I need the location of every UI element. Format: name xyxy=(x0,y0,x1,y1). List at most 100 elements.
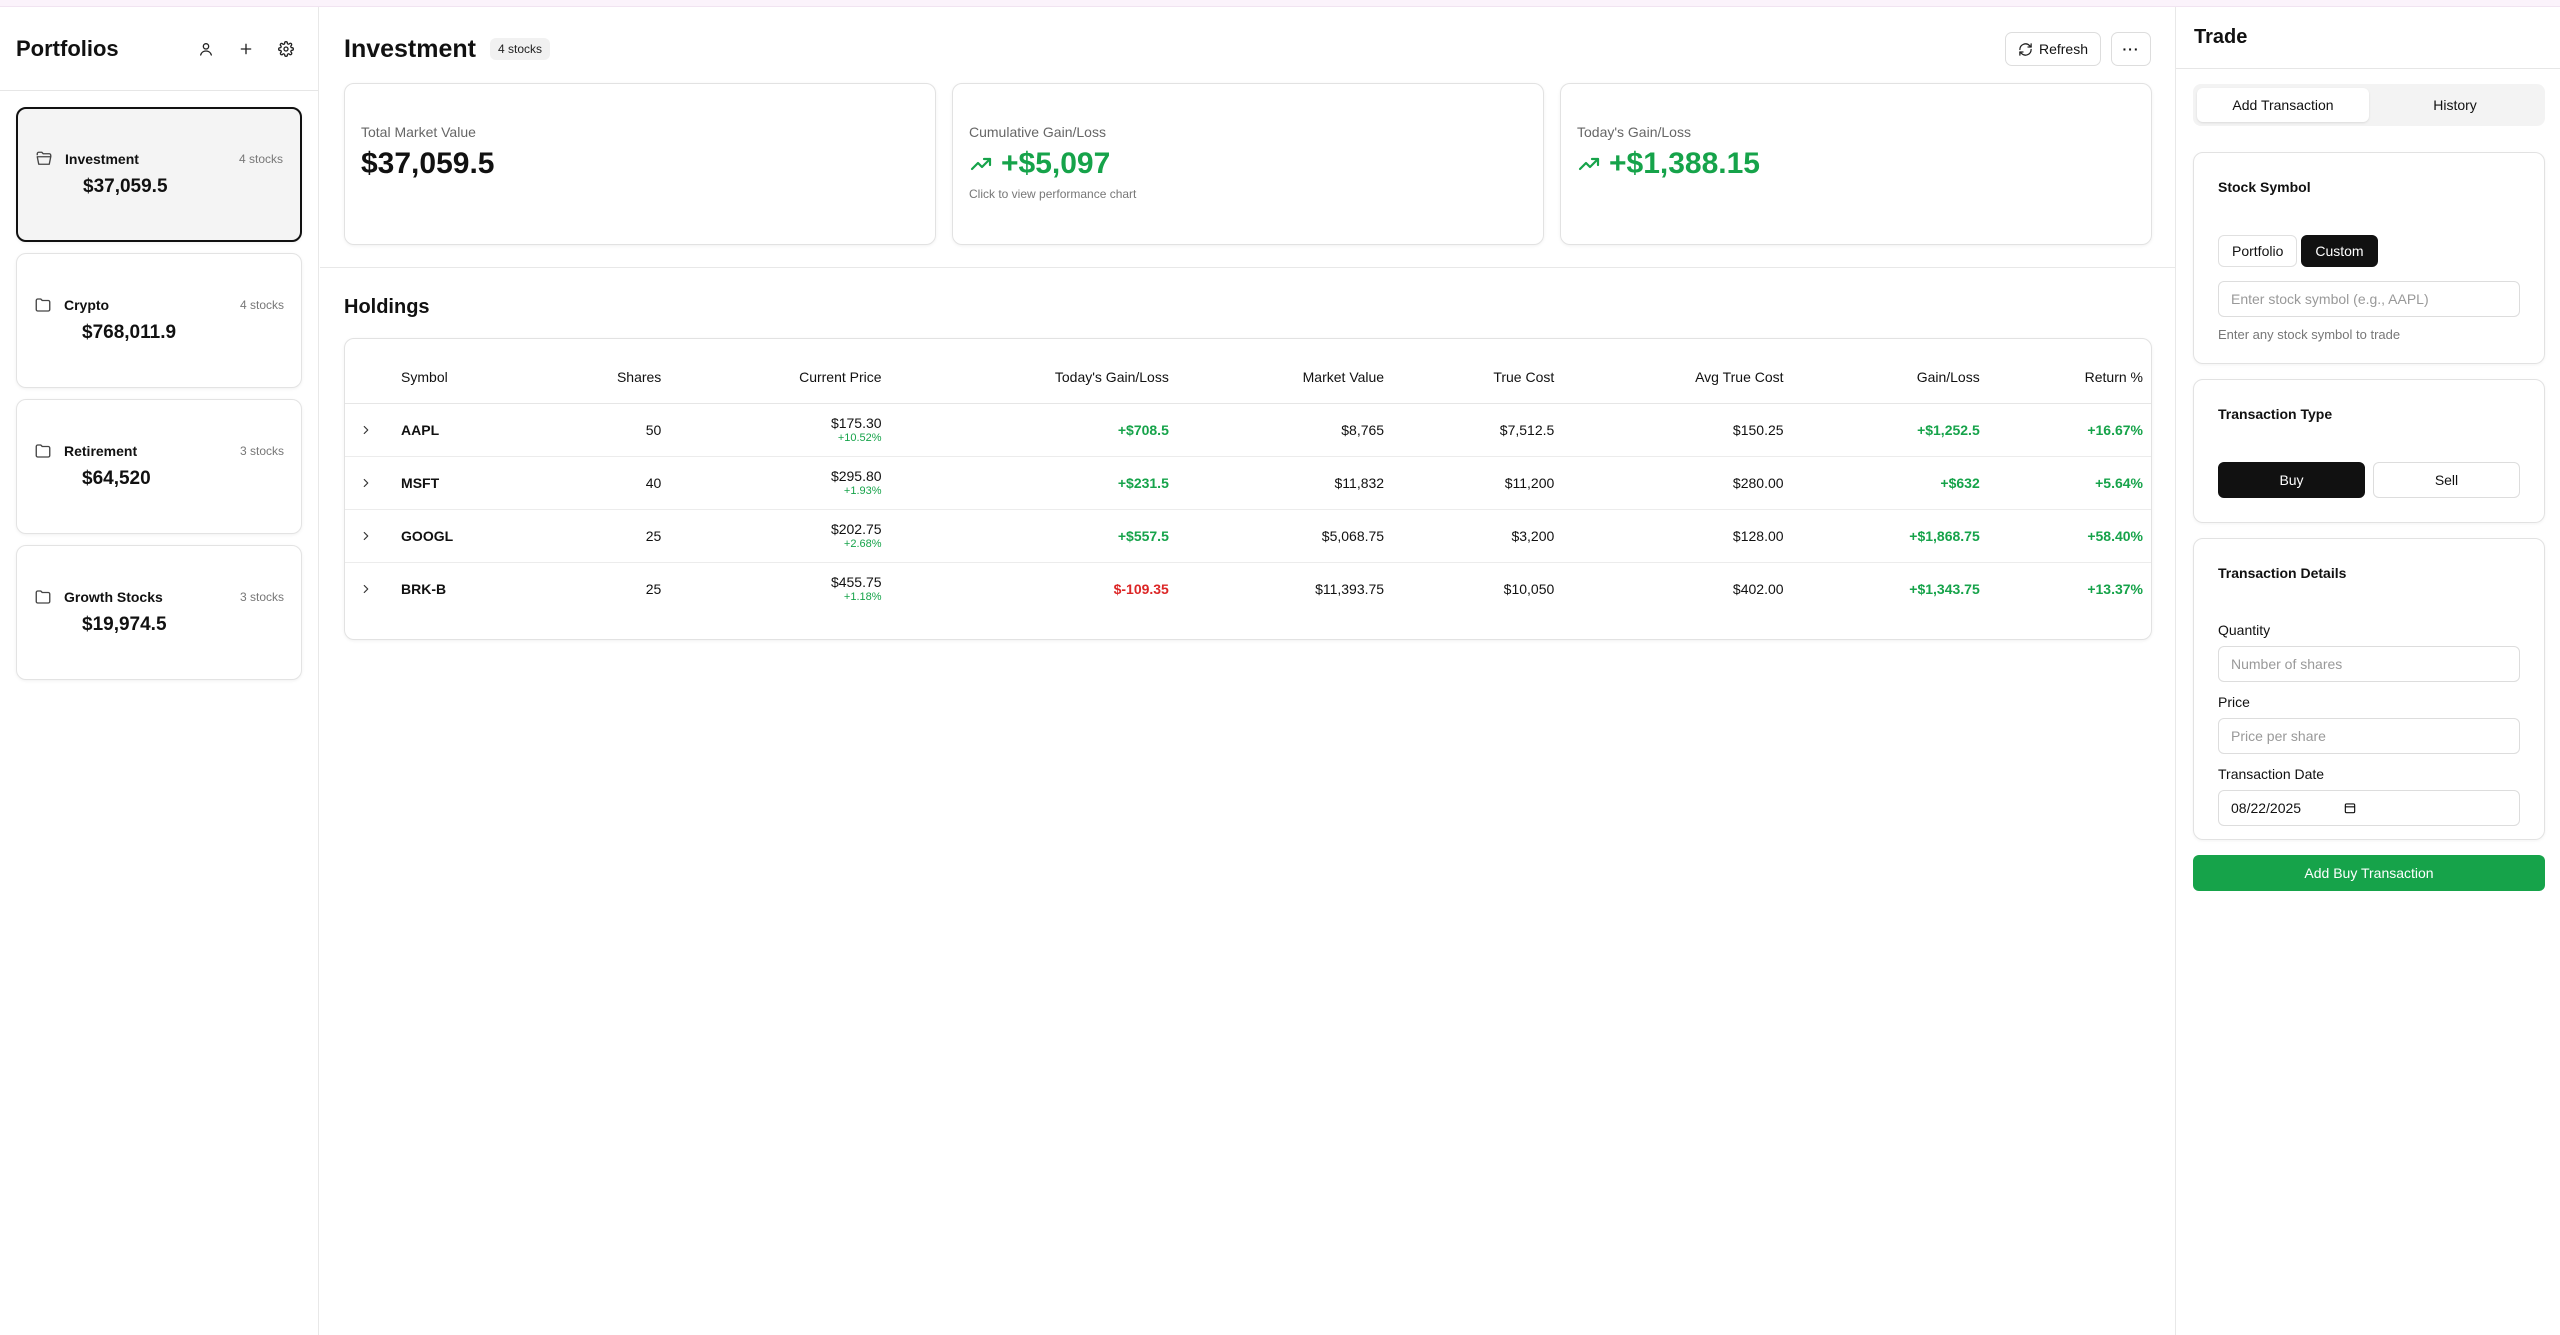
portfolio-source-button[interactable]: Portfolio xyxy=(2218,235,2298,267)
sidebar-actions xyxy=(190,33,302,65)
gain-loss-cell: +$632 xyxy=(1783,456,1980,510)
portfolio-value: $19,974.5 xyxy=(82,614,167,635)
market-value-cell: $11,832 xyxy=(1168,456,1385,510)
portfolio-name: Investment xyxy=(65,151,139,167)
performance-chart-hint: Click to view performance chart xyxy=(969,187,1137,201)
chevron-right-icon xyxy=(363,425,369,434)
column-header[interactable]: True Cost xyxy=(1384,339,1555,404)
column-header[interactable]: Shares xyxy=(541,339,662,404)
table-row[interactable]: GOOGL 25 $202.75 +2.68% +$557.5 $5,068.75… xyxy=(345,509,2151,563)
quantity-input[interactable]: Number of shares xyxy=(2218,646,2520,682)
add-buy-transaction-button[interactable]: Add Buy Transaction xyxy=(2193,855,2545,891)
column-header[interactable]: Avg True Cost xyxy=(1554,339,1784,404)
holdings-table-card: Symbol Shares Current Price Today's Gain… xyxy=(344,338,2152,640)
user-button[interactable] xyxy=(190,33,222,65)
portfolio-value: $37,059.5 xyxy=(83,176,168,197)
holdings-table: Symbol Shares Current Price Today's Gain… xyxy=(345,339,2151,615)
settings-button[interactable] xyxy=(270,33,302,65)
card-title: Stock Symbol xyxy=(2218,179,2311,195)
folder-icon xyxy=(34,588,52,606)
return-cell: +58.40% xyxy=(1979,509,2151,563)
transaction-date-input[interactable]: 08/22/2025 xyxy=(2218,790,2520,826)
column-header[interactable]: Market Value xyxy=(1168,339,1385,404)
price-cell: $455.75 +1.18% xyxy=(830,574,882,604)
stat-value: +$1,388.15 xyxy=(1577,147,2135,181)
trending-up-icon xyxy=(970,157,992,171)
section-divider xyxy=(320,267,2175,268)
trending-up-icon xyxy=(1578,157,1600,171)
buy-sell-toggle: Buy Sell xyxy=(2218,462,2520,498)
portfolio-card-investment[interactable]: Investment 4 stocks $37,059.5 xyxy=(16,107,302,242)
sell-button[interactable]: Sell xyxy=(2373,462,2520,498)
gear-icon xyxy=(278,40,294,57)
more-icon: ··· xyxy=(2122,41,2140,57)
gain-loss-cell: +$1,252.5 xyxy=(1783,403,1980,457)
portfolio-name: Crypto xyxy=(64,297,110,313)
portfolio-value: $768,011.9 xyxy=(82,322,177,343)
column-header[interactable]: Symbol xyxy=(401,339,542,404)
expand-toggle[interactable] xyxy=(345,562,401,615)
symbol-cell: BRK-B xyxy=(401,580,447,597)
tab-history[interactable]: History xyxy=(2369,88,2541,122)
table-row[interactable]: AAPL 50 $175.30 +10.52% +$708.5 $8,765 $7… xyxy=(345,403,2151,457)
stock-symbol-input[interactable]: Enter stock symbol (e.g., AAPL) xyxy=(2218,281,2520,317)
expand-toggle[interactable] xyxy=(345,456,402,510)
symbol-cell: MSFT xyxy=(401,456,542,510)
trade-title: Trade xyxy=(2176,7,2560,69)
chevron-right-icon xyxy=(363,531,369,540)
symbol-source-toggle: Portfolio Custom xyxy=(2218,235,2520,267)
more-options-button[interactable]: ··· xyxy=(2111,32,2151,66)
market-value-cell: $8,765 xyxy=(1168,403,1385,457)
price-input[interactable]: Price per share xyxy=(2218,718,2520,754)
gain-loss-cell: +$1,868.75 xyxy=(1783,509,1980,563)
market-value-cell: $5,068.75 xyxy=(1168,509,1385,563)
expand-toggle[interactable] xyxy=(345,403,402,457)
top-accent-bar xyxy=(0,0,2560,7)
stat-value: +$5,097 xyxy=(969,147,1527,181)
page-title: Investment xyxy=(344,34,476,63)
trade-tabs: Add Transaction History xyxy=(2193,84,2545,126)
quantity-label: Quantity xyxy=(2218,622,2271,638)
today-gain-cell: +$557.5 xyxy=(881,509,1169,563)
avg-cost-cell: $128.00 xyxy=(1554,509,1784,563)
table-row[interactable]: MSFT 40 $295.80 +1.93% +$231.5 $11,832 $1… xyxy=(345,456,2151,510)
date-value: 08/22/2025 xyxy=(2231,800,2302,816)
column-header[interactable]: Today's Gain/Loss xyxy=(881,339,1169,404)
portfolio-card-retirement[interactable]: Retirement 3 stocks $64,520 xyxy=(16,399,302,534)
custom-source-button[interactable]: Custom xyxy=(2301,235,2378,267)
column-header[interactable]: Return % xyxy=(1979,339,2151,404)
column-header[interactable]: Current Price xyxy=(661,339,882,404)
avg-cost-cell: $150.25 xyxy=(1554,403,1784,457)
sidebar-title: Portfolios xyxy=(16,35,119,61)
return-cell: +13.37% xyxy=(2087,580,2143,597)
portfolio-card-growth-stocks[interactable]: Growth Stocks 3 stocks $19,974.5 xyxy=(16,545,302,680)
cumulative-gain-card[interactable]: Cumulative Gain/Loss +$5,097 Click to vi… xyxy=(952,83,1544,245)
column-header[interactable]: Gain/Loss xyxy=(1783,339,1980,404)
true-cost-cell: $7,512.5 xyxy=(1384,403,1555,457)
table-row[interactable]: BRK-B 25 $455.75 +1.18% $-109.35 $11,393.… xyxy=(345,562,2151,615)
portfolio-card-crypto[interactable]: Crypto 4 stocks $768,011.9 xyxy=(16,253,302,388)
price-cell: $175.30 +10.52% xyxy=(661,403,882,457)
user-icon xyxy=(200,42,212,56)
stat-value: $37,059.5 xyxy=(361,147,495,180)
symbol-cell: AAPL xyxy=(401,403,542,457)
portfolio-count: 3 stocks xyxy=(239,590,284,604)
symbol-cell: GOOGL xyxy=(401,509,542,563)
folder-icon xyxy=(34,296,52,314)
buy-button[interactable]: Buy xyxy=(2218,462,2365,498)
symbol-hint: Enter any stock symbol to trade xyxy=(2218,327,2401,342)
refresh-button[interactable]: Refresh xyxy=(2004,32,2101,66)
price-cell: $202.75 +2.68% xyxy=(661,509,882,563)
add-portfolio-button[interactable] xyxy=(230,33,262,65)
stats-row: Total Market Value $37,059.5 Cumulative … xyxy=(344,83,2152,245)
portfolio-main: Investment 4 stocks Refresh ··· Total Ma… xyxy=(320,7,2175,1335)
gain-loss-cell: +$1,343.75 xyxy=(1909,580,1980,597)
calendar-icon[interactable] xyxy=(2343,801,2357,815)
true-cost-cell: $11,200 xyxy=(1384,456,1555,510)
table-header-row: Symbol Shares Current Price Today's Gain… xyxy=(345,339,2151,404)
refresh-icon xyxy=(2019,42,2032,56)
tab-add-transaction[interactable]: Add Transaction xyxy=(2197,88,2369,122)
plus-icon xyxy=(240,43,252,54)
chevron-right-icon xyxy=(363,478,369,487)
expand-toggle[interactable] xyxy=(345,509,402,563)
